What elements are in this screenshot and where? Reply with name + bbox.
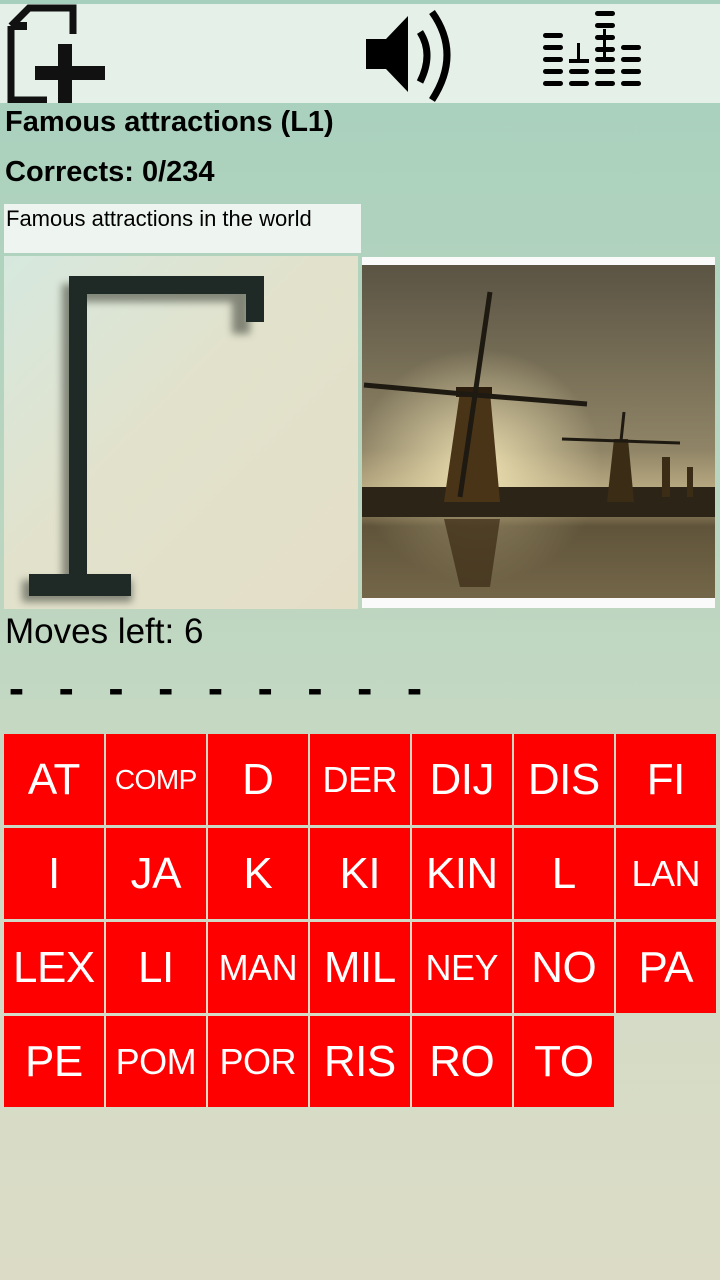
hint-image	[362, 257, 715, 608]
category-description: Famous attractions in the world	[4, 204, 361, 253]
toolbar	[0, 4, 720, 103]
syllable-tile[interactable]: DIS	[513, 734, 614, 825]
sound-toggle-button[interactable]	[355, 4, 470, 103]
syllable-tile[interactable]: NO	[513, 922, 614, 1013]
syllable-tile[interactable]: LI	[105, 922, 206, 1013]
syllable-tile[interactable]: KIN	[411, 828, 512, 919]
syllable-tile[interactable]: KI	[309, 828, 410, 919]
syllable-tile[interactable]: POM	[105, 1016, 206, 1107]
syllable-tile[interactable]: RO	[411, 1016, 512, 1107]
syllable-tile[interactable]: COMP	[105, 734, 206, 825]
syllable-tile[interactable]: D	[207, 734, 308, 825]
new-game-button[interactable]	[0, 4, 110, 103]
syllable-tile[interactable]: K	[207, 828, 308, 919]
equalizer-icon	[543, 10, 641, 86]
syllable-tile[interactable]: JA	[105, 828, 206, 919]
hangman-drawing	[4, 256, 358, 609]
syllable-tile[interactable]: PA	[615, 922, 716, 1013]
syllable-tile[interactable]: NEY	[411, 922, 512, 1013]
syllable-tile[interactable]: MAN	[207, 922, 308, 1013]
syllable-tile[interactable]: I	[4, 828, 104, 919]
syllable-tile[interactable]: POR	[207, 1016, 308, 1107]
file-plus-icon	[7, 4, 105, 103]
statistics-button[interactable]	[535, 4, 645, 103]
syllable-grid: AT COMP D DER DIJ DIS FI I JA K KI KIN L LAN LEX LI MAN M…	[4, 734, 716, 1107]
category-title: Famous attractions (L1)	[5, 106, 334, 138]
syllable-tile[interactable]: AT	[4, 734, 104, 825]
corrects-counter: Corrects: 0/234	[5, 156, 215, 188]
word-pattern: - - - - - - - - -	[5, 668, 428, 712]
syllable-tile[interactable]: DER	[309, 734, 410, 825]
windmill-image	[362, 265, 715, 608]
gallows-icon	[22, 276, 264, 602]
syllable-tile[interactable]: TO	[513, 1016, 614, 1107]
syllable-tile[interactable]: L	[513, 828, 614, 919]
syllable-tile[interactable]: FI	[615, 734, 716, 825]
syllable-tile[interactable]: LAN	[615, 828, 716, 919]
syllable-tile[interactable]: LEX	[4, 922, 104, 1013]
speaker-icon	[365, 9, 450, 102]
syllable-tile[interactable]: DIJ	[411, 734, 512, 825]
syllable-tile[interactable]: PE	[4, 1016, 104, 1107]
moves-left-label: Moves left: 6	[5, 612, 204, 651]
syllable-tile[interactable]: MIL	[309, 922, 410, 1013]
syllable-tile[interactable]: RIS	[309, 1016, 410, 1107]
